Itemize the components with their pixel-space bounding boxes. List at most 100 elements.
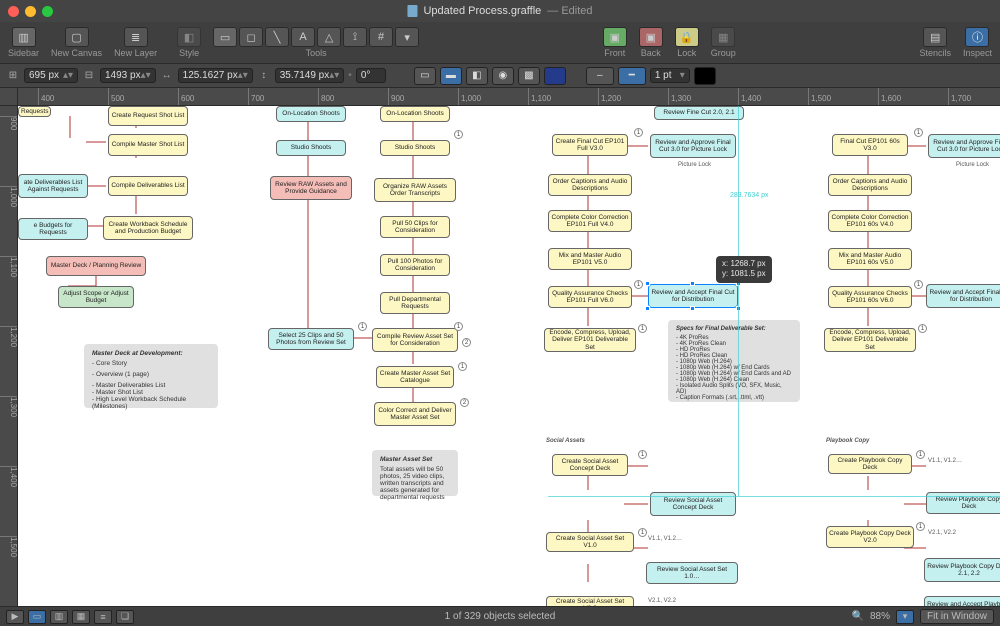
node-budgets-requests[interactable]: e Budgets for Requests xyxy=(18,218,88,240)
view-list-button[interactable]: ≡ xyxy=(94,610,112,624)
node-onlocation-b[interactable]: On-Location Shoots xyxy=(380,106,450,122)
node-color-correction-full[interactable]: Complete Color Correction EP101 Full V4.… xyxy=(548,210,632,232)
node-color-correct-deliver[interactable]: Color Correct and Deliver Master Asset S… xyxy=(374,402,456,426)
node-qa-60s[interactable]: Quality Assurance Checks EP101 60s V6.0 xyxy=(828,286,912,308)
node-studio-b[interactable]: Studio Shoots xyxy=(380,140,450,156)
node-review-playbook-v2[interactable]: Review Playbook Copy Deck 2.1, 2.2 xyxy=(924,558,1000,582)
new-canvas-button[interactable]: ▢ xyxy=(65,27,89,47)
node-accept-60s[interactable]: Review and Accept Final Cut for Distribu… xyxy=(926,284,1000,308)
node-studio-a[interactable]: Studio Shoots xyxy=(276,140,346,156)
node-review-raw[interactable]: Review RAW Assets and Provide Guidance xyxy=(270,176,352,200)
bring-front-button[interactable]: ▣ xyxy=(603,27,627,47)
inspect-button[interactable]: ⓘ xyxy=(965,27,989,47)
stroke-color-swatch[interactable] xyxy=(694,67,716,85)
fit-window-button[interactable]: Fit in Window xyxy=(920,609,994,624)
height-field[interactable]: 35.7149 px▴▾ xyxy=(275,68,345,83)
canvas-area[interactable]: Requests Create Request Shot List Compil… xyxy=(18,106,1000,606)
node-adjust-scope[interactable]: Adjust Scope or Adjust Budget xyxy=(58,286,134,308)
rotation-field[interactable]: 0° xyxy=(356,68,386,83)
view-thumbs-button[interactable]: ▦ xyxy=(72,610,90,624)
fill-gradient-button[interactable]: ◧ xyxy=(466,67,488,85)
group-button[interactable]: ▦ xyxy=(711,27,735,47)
node-onlocation-a[interactable]: On-Location Shoots xyxy=(276,106,346,122)
point-tool[interactable]: ⟟ xyxy=(343,27,367,47)
node-compile-deliverables[interactable]: Compile Deliverables List xyxy=(108,176,188,196)
presentation-button[interactable]: ▶ xyxy=(6,610,24,624)
new-layer-button[interactable]: ≣ xyxy=(124,27,148,47)
node-final-cut-full[interactable]: Create Final Cut EP101 Full V3.0 xyxy=(552,134,628,156)
lock-button[interactable]: 🔒 xyxy=(675,27,699,47)
sel-handle-n[interactable] xyxy=(690,281,695,286)
node-encode-deliver-full[interactable]: Encode, Compress, Upload, Deliver EP101 … xyxy=(544,328,636,352)
stencils-button[interactable]: ▤ xyxy=(923,27,947,47)
node-pull-50[interactable]: Pull 50 Clips for Consideration xyxy=(380,216,450,238)
view-outline-button[interactable]: ▥ xyxy=(50,610,68,624)
zoom-menu-button[interactable]: ▾ xyxy=(896,610,914,624)
text-tool[interactable]: A xyxy=(291,27,315,47)
node-approve-picturelock-60s[interactable]: Review and Approve Final Cut 3.0 for Pic… xyxy=(928,134,1000,158)
style-button[interactable]: ◧ xyxy=(177,27,201,47)
stroke-weight-field[interactable]: 1 pt▾ xyxy=(650,68,690,83)
node-mix-master-full[interactable]: Mix and Master Audio EP101 V5.0 xyxy=(548,248,632,270)
node-planning-review[interactable]: Master Deck / Planning Review xyxy=(46,256,146,276)
x-field[interactable]: 695 px▴▾ xyxy=(24,68,78,83)
node-review-accept-distribution[interactable]: Review and Accept Final Cut for Distribu… xyxy=(648,284,738,308)
node-pull-100[interactable]: Pull 100 Photos for Consideration xyxy=(380,254,450,276)
node-compile-shotlist[interactable]: Compile Master Shot List xyxy=(108,134,188,156)
stroke-solid-button[interactable]: ━ xyxy=(618,67,646,85)
shape-tool[interactable]: ◻ xyxy=(239,27,263,47)
minimize-icon[interactable] xyxy=(25,6,36,17)
ruler-horizontal[interactable]: 4005006007008009001,0001,1001,2001,3001,… xyxy=(18,88,1000,106)
node-approve-picturelock-full[interactable]: Review and Approve Final Cut 3.0 for Pic… xyxy=(650,134,736,158)
pen-tool[interactable]: △ xyxy=(317,27,341,47)
fill-none-button[interactable]: ▭ xyxy=(414,67,436,85)
node-compile-review-set[interactable]: Compile Review Asset Set for Considerati… xyxy=(372,328,458,352)
note-specs[interactable]: Specs for Final Deliverable Set: - 4K Pr… xyxy=(668,320,800,402)
view-normal-button[interactable]: ▭ xyxy=(28,610,46,624)
send-back-button[interactable]: ▣ xyxy=(639,27,663,47)
node-review-social-v1[interactable]: Review Social Asset Set 1.0… xyxy=(646,562,738,584)
node-order-captions-full[interactable]: Order Captions and Audio Descriptions xyxy=(548,174,632,196)
node-mix-master-60s[interactable]: Mix and Master Audio EP101 60s V5.0 xyxy=(828,248,912,270)
node-validate-deliverables[interactable]: ate Deliverables List Against Requests xyxy=(18,174,88,198)
note-master-asset-set[interactable]: Master Asset Set Total assets will be 50… xyxy=(372,450,458,496)
node-select-25-50[interactable]: Select 25 Clips and 50 Photos from Revie… xyxy=(268,328,354,350)
node-color-correction-60s[interactable]: Complete Color Correction EP101 60s V4.0 xyxy=(828,210,912,232)
selection-tool[interactable]: ▭ xyxy=(213,27,237,47)
node-order-captions-60s[interactable]: Order Captions and Audio Descriptions xyxy=(828,174,912,196)
node-final-cut-60s[interactable]: Final Cut EP101 60s V3.0 xyxy=(832,134,908,156)
layers-button[interactable]: ❏ xyxy=(116,610,134,624)
node-requests[interactable]: Requests xyxy=(18,106,51,117)
line-tool[interactable]: ╲ xyxy=(265,27,289,47)
node-review-fine-cut[interactable]: Review Fine Cut 2.0, 2.1 xyxy=(654,106,744,120)
node-playbook-v2[interactable]: Create Playbook Copy Deck V2.0 xyxy=(826,526,914,548)
node-create-shotlist[interactable]: Create Request Shot List xyxy=(108,106,188,126)
node-workback-schedule[interactable]: Create Workback Schedule and Production … xyxy=(103,216,193,240)
fill-image-button[interactable]: ▩ xyxy=(518,67,540,85)
node-pull-dept[interactable]: Pull Departmental Requests xyxy=(380,292,450,314)
close-icon[interactable] xyxy=(8,6,19,17)
sel-handle-sw[interactable] xyxy=(645,306,650,311)
note-master-deck[interactable]: Master Deck at Development: - Core Story… xyxy=(84,344,218,408)
stroke-none-button[interactable]: – xyxy=(586,67,614,85)
width-field[interactable]: 125.1627 px▴▾ xyxy=(178,68,253,83)
node-social-concept[interactable]: Create Social Asset Concept Deck xyxy=(552,454,628,476)
node-encode-deliver-60s[interactable]: Encode, Compress, Upload, Deliver EP101 … xyxy=(824,328,916,352)
node-qa-full[interactable]: Quality Assurance Checks EP101 Full V6.0 xyxy=(548,286,632,308)
fill-radial-button[interactable]: ◉ xyxy=(492,67,514,85)
node-playbook-deck[interactable]: Create Playbook Copy Deck xyxy=(828,454,912,474)
fill-solid-button[interactable]: ▬ xyxy=(440,67,462,85)
maximize-icon[interactable] xyxy=(42,6,53,17)
stamp-tool[interactable]: ▾ xyxy=(395,27,419,47)
crop-tool[interactable]: # xyxy=(369,27,393,47)
sel-handle-s[interactable] xyxy=(690,306,695,311)
node-social-set-v1[interactable]: Create Social Asset Set V1.0 xyxy=(546,532,634,552)
node-master-catalogue[interactable]: Create Master Asset Set Catalogue xyxy=(376,366,454,388)
node-social-set-v2[interactable]: Create Social Asset Set V2.0 xyxy=(546,596,634,606)
sidebar-toggle-button[interactable]: ▥ xyxy=(12,27,36,47)
y-field[interactable]: 1493 px▴▾ xyxy=(100,68,156,83)
canvas[interactable]: Requests Create Request Shot List Compil… xyxy=(18,106,1000,606)
sel-handle-nw[interactable] xyxy=(645,281,650,286)
ruler-vertical[interactable]: 9001,0001,1001,2001,3001,4001,500 xyxy=(0,106,18,606)
node-organize-raw[interactable]: Organize RAW Assets Order Transcripts xyxy=(374,178,456,202)
